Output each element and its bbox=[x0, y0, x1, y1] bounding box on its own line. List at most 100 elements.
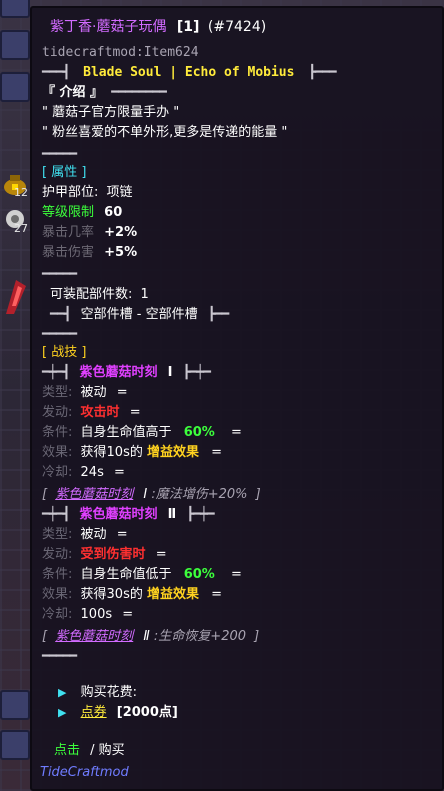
skill-cond-value: 60% bbox=[183, 425, 215, 440]
skill-cond-prefix: 自身生命值低于 bbox=[80, 567, 172, 582]
item-tooltip: 紫丁香·蘑菇子玩偶 [1] (#7424) tidecraftmod:Item6… bbox=[30, 6, 444, 791]
skill-effect-row: 效果: 获得10s的 增益效果 = bbox=[42, 444, 222, 462]
skill-name: 紫色蘑菇时刻 bbox=[79, 365, 158, 380]
item-number: (#7424) bbox=[207, 19, 267, 35]
currency-amount: [2000点] bbox=[116, 705, 178, 720]
tooltip-title-row: 紫丁香·蘑菇子玩偶 [1] (#7424) bbox=[50, 18, 266, 36]
skill-effect-value: 增益效果 bbox=[147, 445, 200, 460]
skill-trigger-label: 发动: bbox=[42, 547, 73, 562]
purchase-cost-row: ▶ 购买花费: bbox=[58, 684, 137, 702]
eq-sign: = bbox=[211, 587, 223, 602]
intro-line: " 蘑菇子官方限量手办 " bbox=[42, 105, 180, 120]
skill-trigger-value: 攻击时 bbox=[80, 405, 120, 420]
skill-effect-label: 效果: bbox=[42, 587, 73, 602]
purchase-currency-row: ▶ 点券 [2000点] bbox=[58, 704, 178, 722]
skill-trigger-value: 受到伤害时 bbox=[80, 547, 146, 562]
inventory-slot[interactable] bbox=[0, 72, 30, 102]
crit-rate-value: +2% bbox=[104, 225, 138, 240]
skill-type-row: 类型: 被动 = bbox=[42, 384, 128, 402]
crit-dmg-label: 暴击伤害 bbox=[42, 245, 95, 260]
summary-open: [ bbox=[42, 629, 48, 644]
skills-title: [ 战技 ] bbox=[42, 345, 87, 360]
inventory-slot[interactable] bbox=[0, 690, 30, 720]
click-label[interactable]: 点击 bbox=[54, 743, 80, 758]
eq-sign: = bbox=[155, 547, 167, 562]
slot-count: 27 bbox=[14, 222, 28, 235]
crit-rate-label: 暴击几率 bbox=[42, 225, 95, 240]
currency-name[interactable]: 点券 bbox=[81, 705, 107, 720]
eq-sign: = bbox=[116, 385, 128, 400]
header-left-deco: ━━━┫ bbox=[42, 65, 70, 80]
triangle-bullet-icon: ▶ bbox=[58, 706, 67, 719]
skill-type-value: 被动 bbox=[80, 527, 107, 542]
skill-cd-value: 24s bbox=[80, 465, 104, 480]
parts-deco-left: ━━┫ bbox=[50, 307, 72, 322]
intro-header: 『 介绍 』 ━━━━━━━━ bbox=[42, 84, 167, 102]
skill-cond-value: 60% bbox=[183, 567, 215, 582]
eq-sign: = bbox=[122, 607, 134, 622]
divider: ━━━━━ bbox=[42, 327, 77, 342]
parts-deco-right: ┣━━ bbox=[207, 307, 230, 322]
series-name: Blade Soul | Echo of Mobius bbox=[83, 65, 295, 80]
level-value: 60 bbox=[104, 205, 123, 220]
parts-count-value: 1 bbox=[140, 287, 149, 302]
buy-label[interactable]: / 购买 bbox=[90, 743, 125, 758]
skill-effect-prefix: 获得30s的 bbox=[80, 587, 143, 602]
skill-cond-prefix: 自身生命值高于 bbox=[80, 425, 172, 440]
divider: ━━━━━ bbox=[42, 267, 77, 282]
inventory-slot[interactable] bbox=[0, 0, 30, 18]
skill-deco-right: ┣━┿━ bbox=[186, 507, 214, 522]
skill-deco-left: ━┿━┫ bbox=[42, 507, 70, 522]
eq-sign: = bbox=[129, 405, 141, 420]
summary-close: ] bbox=[255, 487, 261, 502]
summary-desc: :生命恢复+200 bbox=[153, 629, 247, 644]
skill-summary: [ 紫色蘑菇时刻 Ⅱ :生命恢复+200 ] bbox=[42, 628, 259, 646]
item-id: tidecraftmod:Item624 bbox=[42, 45, 199, 60]
armor-slot-row: 护甲部位: 项链 bbox=[42, 184, 133, 202]
eq-sign: = bbox=[116, 527, 128, 542]
skill-name: 紫色蘑菇时刻 bbox=[79, 507, 158, 522]
inventory-slot[interactable] bbox=[0, 730, 30, 760]
summary-skill-link[interactable]: 紫色蘑菇时刻 bbox=[55, 487, 133, 502]
skill-cond-row: 条件: 自身生命值高于 60% = bbox=[42, 424, 242, 442]
attributes-title: [ 属性 ] bbox=[42, 165, 87, 180]
purchase-cost-label: 购买花费: bbox=[80, 685, 137, 700]
inventory-slot-strip: 12 27 bbox=[0, 0, 32, 791]
inventory-slot[interactable] bbox=[0, 30, 30, 60]
parts-slot-row: ━━┫ 空部件槽 - 空部件槽 ┣━━ bbox=[50, 306, 230, 324]
skill-cd-value: 100s bbox=[80, 607, 113, 622]
skill-effect-prefix: 获得10s的 bbox=[80, 445, 143, 460]
summary-skill-link[interactable]: 紫色蘑菇时刻 bbox=[55, 629, 133, 644]
summary-open: [ bbox=[42, 487, 48, 502]
skill-cd-label: 冷却: bbox=[42, 607, 73, 622]
skill-trigger-label: 发动: bbox=[42, 405, 73, 420]
level-row: 等级限制 60 bbox=[42, 204, 122, 222]
crit-dmg-row: 暴击伤害 +5% bbox=[42, 244, 137, 262]
skill-cd-label: 冷却: bbox=[42, 465, 73, 480]
skill-type-label: 类型: bbox=[42, 527, 73, 542]
parts-count-label: 可装配部件数: bbox=[50, 287, 133, 302]
parts-count-row: 可装配部件数: 1 bbox=[50, 286, 149, 304]
crit-dmg-value: +5% bbox=[104, 245, 138, 260]
skill-cond-row: 条件: 自身生命值低于 60% = bbox=[42, 566, 242, 584]
skill-effect-label: 效果: bbox=[42, 445, 73, 460]
skill-trigger-row: 发动: 攻击时 = bbox=[42, 404, 141, 422]
skill-header: ━┿━┫ 紫色蘑菇时刻 Ⅱ ┣━┿━ bbox=[42, 506, 215, 524]
skill-cd-row: 冷却: 100s = bbox=[42, 606, 133, 624]
buy-action-row[interactable]: 点击 / 购买 bbox=[54, 742, 125, 760]
item-count: [1] bbox=[176, 19, 200, 35]
skill-effect-value: 增益效果 bbox=[147, 587, 200, 602]
parts-slot-text: 空部件槽 - 空部件槽 bbox=[80, 307, 198, 322]
level-label: 等级限制 bbox=[42, 205, 95, 220]
armor-slot-value: 项链 bbox=[106, 185, 133, 200]
item-title: 紫丁香·蘑菇子玩偶 bbox=[50, 19, 167, 35]
skill-effect-row: 效果: 获得30s的 增益效果 = bbox=[42, 586, 222, 604]
eq-sign: = bbox=[114, 465, 125, 480]
skill-cond-label: 条件: bbox=[42, 567, 73, 582]
skill-roman: Ⅱ bbox=[167, 507, 177, 522]
summary-desc: :魔法增伤+20% bbox=[151, 487, 248, 502]
summary-roman: Ⅱ bbox=[143, 629, 150, 644]
armor-slot-label: 护甲部位: bbox=[42, 185, 99, 200]
crystal-shard-icon[interactable] bbox=[2, 276, 30, 316]
skill-type-label: 类型: bbox=[42, 385, 73, 400]
